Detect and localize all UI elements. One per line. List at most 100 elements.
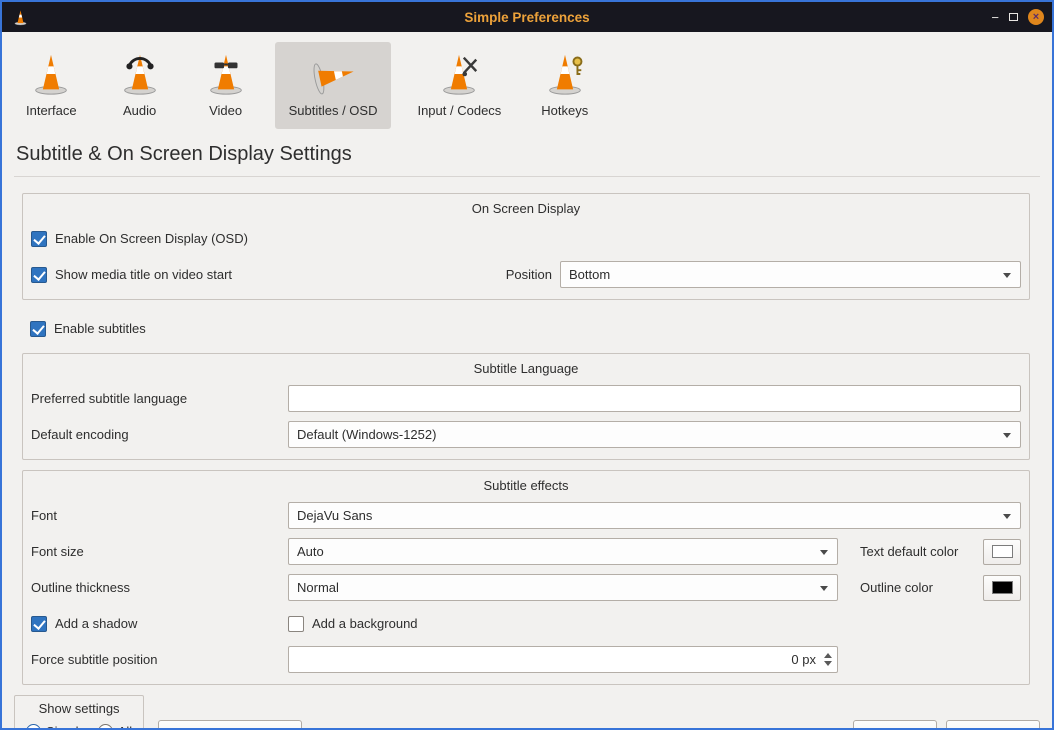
save-button[interactable]: Save <box>853 720 937 730</box>
preferred-language-input[interactable] <box>288 385 1021 412</box>
tab-input-codecs[interactable]: Input / Codecs <box>403 42 515 129</box>
interface-cone-icon <box>28 51 74 97</box>
enable-subtitles-checkbox-row[interactable]: Enable subtitles <box>30 321 146 337</box>
force-subtitle-position-spinner[interactable]: 0 px <box>288 646 838 673</box>
font-size-row: Font size Auto Text default color <box>31 537 1021 566</box>
tab-label: Audio <box>123 103 156 118</box>
media-title-position-row: Show media title on video start Position… <box>31 260 1021 289</box>
preferred-language-label: Preferred subtitle language <box>31 391 288 406</box>
cancel-button[interactable]: Cancel <box>946 720 1040 730</box>
page-title: Subtitle & On Screen Display Settings <box>16 143 1052 166</box>
show-settings-title: Show settings <box>26 701 132 716</box>
text-default-color-swatch <box>992 545 1013 558</box>
subtitles-osd-icon <box>310 51 356 97</box>
tab-label: Subtitles / OSD <box>289 103 378 118</box>
tab-subtitles-osd[interactable]: Subtitles / OSD <box>275 42 392 129</box>
enable-osd-label: Enable On Screen Display (OSD) <box>55 231 248 246</box>
minimize-icon[interactable]: − <box>991 11 999 24</box>
tab-label: Video <box>209 103 242 118</box>
restore-icon[interactable] <box>1009 13 1018 21</box>
tab-audio[interactable]: Audio <box>103 42 177 129</box>
font-size-select-value: Auto <box>297 544 324 559</box>
font-label: Font <box>31 508 288 523</box>
simple-radio[interactable] <box>26 724 41 730</box>
enable-osd-row: Enable On Screen Display (OSD) <box>31 224 1021 253</box>
close-icon[interactable]: × <box>1028 9 1044 25</box>
show-settings-simple-option[interactable]: Simple <box>26 724 86 730</box>
force-subtitle-position-row: Force subtitle position 0 px <box>31 645 1021 674</box>
position-select[interactable]: Bottom <box>560 261 1021 288</box>
subtitle-effects-group-title: Subtitle effects <box>31 475 1021 501</box>
default-encoding-select[interactable]: Default (Windows-1252) <box>288 421 1021 448</box>
simple-radio-label: Simple <box>46 724 86 730</box>
enable-subtitles-row: Enable subtitles <box>30 314 1030 343</box>
osd-group-title: On Screen Display <box>31 198 1021 224</box>
video-glasses-icon <box>203 51 249 97</box>
enable-subtitles-label: Enable subtitles <box>54 321 146 336</box>
outline-color-label: Outline color <box>860 580 933 595</box>
outline-thickness-select[interactable]: Normal <box>288 574 838 601</box>
tab-interface[interactable]: Interface <box>12 42 91 129</box>
chevron-down-icon <box>1003 273 1011 278</box>
show-media-title-checkbox-row[interactable]: Show media title on video start <box>31 267 232 283</box>
reset-preferences-button[interactable]: Reset Preferences <box>158 720 302 730</box>
chevron-down-icon <box>1003 433 1011 438</box>
enable-subtitles-checkbox[interactable] <box>30 321 46 337</box>
add-shadow-checkbox-row[interactable]: Add a shadow <box>31 616 288 632</box>
heading-separator <box>14 176 1040 177</box>
window-title: Simple Preferences <box>2 10 1052 25</box>
add-background-label: Add a background <box>312 616 418 631</box>
show-media-title-label: Show media title on video start <box>55 267 232 282</box>
tab-label: Interface <box>26 103 77 118</box>
spin-down-icon[interactable] <box>824 661 832 666</box>
force-subtitle-position-value: 0 px <box>791 652 816 667</box>
preferred-language-row: Preferred subtitle language <box>31 384 1021 413</box>
default-encoding-label: Default encoding <box>31 427 288 442</box>
add-shadow-checkbox[interactable] <box>31 616 47 632</box>
font-row: Font DejaVu Sans <box>31 501 1021 530</box>
chevron-down-icon <box>820 550 828 555</box>
force-subtitle-position-label: Force subtitle position <box>31 652 288 667</box>
input-codecs-icon <box>436 51 482 97</box>
position-label: Position <box>506 267 552 282</box>
font-select[interactable]: DejaVu Sans <box>288 502 1021 529</box>
font-size-select[interactable]: Auto <box>288 538 838 565</box>
add-background-checkbox[interactable] <box>288 616 304 632</box>
tab-label: Hotkeys <box>541 103 588 118</box>
add-background-checkbox-row[interactable]: Add a background <box>288 616 418 632</box>
window-controls: − × <box>991 9 1044 25</box>
chevron-down-icon <box>1003 514 1011 519</box>
show-settings-group: Show settings Simple All <box>14 695 144 730</box>
enable-osd-checkbox[interactable] <box>31 231 47 247</box>
text-default-color-label: Text default color <box>860 544 958 559</box>
chevron-down-icon <box>820 586 828 591</box>
outline-color-swatch <box>992 581 1013 594</box>
tab-video[interactable]: Video <box>189 42 263 129</box>
show-media-title-checkbox[interactable] <box>31 267 47 283</box>
subtitle-language-group: Subtitle Language Preferred subtitle lan… <box>22 353 1030 460</box>
osd-group: On Screen Display Enable On Screen Displ… <box>22 193 1030 300</box>
titlebar: Simple Preferences − × <box>2 2 1052 32</box>
default-encoding-select-value: Default (Windows-1252) <box>297 427 436 442</box>
tab-hotkeys[interactable]: Hotkeys <box>527 42 602 129</box>
add-shadow-label: Add a shadow <box>55 616 137 631</box>
enable-osd-checkbox-row[interactable]: Enable On Screen Display (OSD) <box>31 231 248 247</box>
font-select-value: DejaVu Sans <box>297 508 372 523</box>
hotkeys-key-icon <box>542 51 588 97</box>
show-settings-all-option[interactable]: All <box>98 724 132 730</box>
all-radio-label: All <box>118 724 132 730</box>
position-select-value: Bottom <box>569 267 610 282</box>
outline-color-button[interactable] <box>983 575 1021 601</box>
vlc-cone-icon <box>10 7 30 27</box>
font-size-label: Font size <box>31 544 288 559</box>
footer: Show settings Simple All Reset Preferenc… <box>2 695 1052 730</box>
spin-up-icon[interactable] <box>824 653 832 658</box>
outline-thickness-select-value: Normal <box>297 580 339 595</box>
audio-headphones-icon <box>117 51 163 97</box>
subtitle-effects-group: Subtitle effects Font DejaVu Sans Font s… <box>22 470 1030 685</box>
preferences-category-toolbar: Interface Audio Video <box>2 32 1052 129</box>
all-radio[interactable] <box>98 724 113 730</box>
text-default-color-button[interactable] <box>983 539 1021 565</box>
outline-thickness-label: Outline thickness <box>31 580 288 595</box>
outline-thickness-row: Outline thickness Normal Outline color <box>31 573 1021 602</box>
